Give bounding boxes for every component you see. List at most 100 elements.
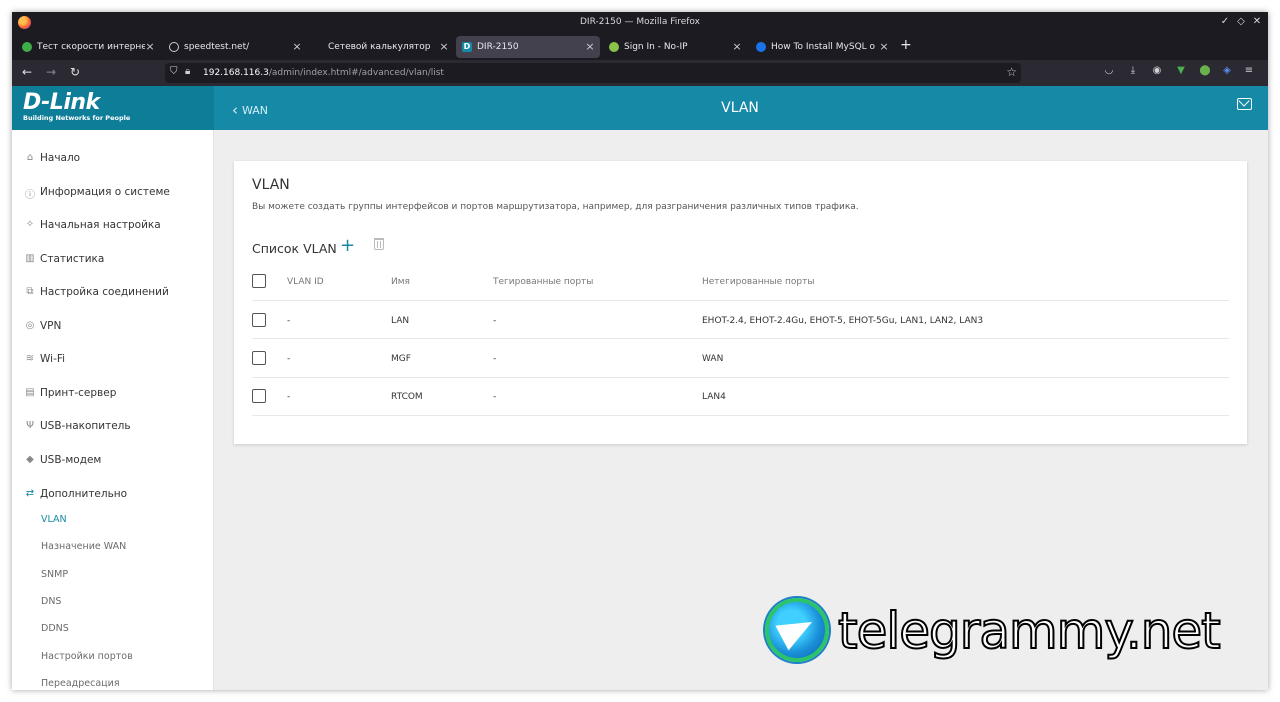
card-title: VLAN [252,177,290,193]
url-text[interactable]: 192.168.116.3/admin/index.html#/advanced… [203,68,444,78]
extension-icon[interactable]: ◉ [1150,65,1164,76]
navigation-bar: ← → ↻ ⛉ 🔒︎ 192.168.116.3/admin/index.htm… [12,60,1268,86]
menu-label: Настройка соединений [40,286,169,298]
menu-label: Статистика [40,253,105,265]
tab-no-ip[interactable]: Sign In - No-IP × [603,36,747,58]
close-tab-icon[interactable]: × [584,40,596,53]
menu-label: VPN [40,320,62,332]
tab-network-calculator[interactable]: Сетевой калькулятор × [310,36,454,58]
tab-label: DIR-2150 [477,42,519,52]
card-description: Вы можете создать группы интерфейсов и п… [252,202,859,212]
shield-icon[interactable]: ⛉ [170,66,178,77]
table-cell-vlan-id: - [287,354,291,364]
close-tab-icon[interactable]: × [144,40,156,53]
vlan-list-title: Список VLAN [252,241,337,256]
table-cell-untagged: WAN [702,354,724,364]
mail-icon[interactable] [1237,98,1252,110]
wizard-icon: ✧ [25,219,35,230]
sidebar: ⌂ Начало ⓘ Информация о системе ✧ Начальная… [12,130,214,690]
url-bar[interactable]: ⛉ 🔒︎ 192.168.116.3/admin/index.html#/adv… [165,63,1021,83]
header-title: VLAN [721,100,759,116]
forward-arrow-icon[interactable]: → [44,65,58,79]
bookmark-star-icon[interactable]: ☆ [1006,65,1017,79]
speedtest-icon [169,42,179,52]
menu-label: USB-модем [40,454,102,466]
browser-window: DIR-2150 — Mozilla Firefox ✓ ◇ ✕ Тест ск… [12,12,1268,690]
submenu-item-forwarding[interactable]: Переадресация [41,678,120,689]
menu-label: USB-накопитель [40,420,131,432]
tab-label: speedtest.net/ [184,42,250,52]
row-divider [252,338,1229,339]
ublock-icon[interactable]: ◈ [1220,65,1234,76]
statistics-icon: ▥ [25,253,35,264]
maximize-button[interactable]: ◇ [1234,16,1248,27]
close-window-button[interactable]: ✕ [1250,16,1264,27]
submenu-item-wan-assignment[interactable]: Назначение WAN [41,541,126,552]
info-icon: ⓘ [25,190,35,201]
minimize-button[interactable]: ✓ [1218,16,1232,27]
menu-label: Начальная настройка [40,219,161,231]
close-tab-icon[interactable]: × [438,40,450,53]
delete-vlan-icon[interactable] [374,238,384,250]
tab-mysql[interactable]: How To Install MySQL on U × [750,36,894,58]
row-divider [252,377,1229,378]
row-checkbox[interactable] [252,313,266,327]
tab-dir-2150[interactable]: D DIR-2150 × [456,36,600,58]
table-cell-untagged: EHOT-2.4, EHOT-2.4Gu, EHOT-5, EHOT-5Gu, … [702,316,984,326]
close-tab-icon[interactable]: × [878,40,890,53]
home-icon: ⌂ [26,152,34,163]
tab-speed-test[interactable]: Тест скорости интернета × [16,36,160,58]
row-divider [252,415,1229,416]
noip-icon [609,42,619,52]
row-divider [252,300,1229,301]
row-checkbox[interactable] [252,351,266,365]
tab-label: How To Install MySQL on U [771,42,875,52]
menu-label: Информация о системе [40,186,170,198]
table-cell-vlan-id: - [287,392,291,402]
router-header: D-Link Building Networks for People ‹ WAN… [12,86,1268,130]
menu-label: Начало [40,152,81,164]
router-page: D-Link Building Networks for People ‹ WAN… [12,86,1268,690]
pocket-icon[interactable]: ◡ [1102,65,1116,76]
table-cell-name[interactable]: LAN [391,316,409,326]
speed-icon [22,42,32,52]
menu-label: Wi-Fi [40,353,66,365]
download-icon[interactable]: ⤓ [1126,65,1140,76]
modem-icon: ◆ [26,454,34,465]
menu-icon[interactable]: ≡ [1242,65,1256,76]
back-arrow-icon[interactable]: ← [20,65,34,79]
submenu-item-port-settings[interactable]: Настройки портов [41,651,133,662]
vlan-card: VLAN Вы можете создать группы интерфейсо… [234,161,1247,444]
submenu-item-vlan[interactable]: VLAN [41,514,67,525]
table-cell-name[interactable]: MGF [391,354,411,364]
android-icon[interactable]: ⬤ [1198,65,1212,76]
row-checkbox[interactable] [252,389,266,403]
printer-icon: ▤ [25,387,35,398]
close-tab-icon[interactable]: × [291,40,303,53]
adblock-icon[interactable]: ▼ [1174,65,1188,76]
submenu-item-snmp[interactable]: SNMP [41,569,68,580]
vpn-icon: ◎ [25,320,35,331]
watermark-text: telegrammy.net [837,601,1222,661]
tab-label: Сетевой калькулятор [328,42,431,52]
close-tab-icon[interactable]: × [731,40,743,53]
column-header-name[interactable]: Имя [391,277,410,287]
usb-icon: Ψ [26,420,34,431]
submenu-item-dns[interactable]: DNS [41,596,61,607]
select-all-checkbox[interactable] [252,274,266,288]
tab-speedtest-net[interactable]: speedtest.net/ × [163,36,307,58]
add-vlan-icon[interactable]: + [340,235,355,256]
window-title: DIR-2150 — Mozilla Firefox [579,17,700,27]
new-tab-button[interactable]: + [900,37,912,53]
table-cell-name[interactable]: RTCOM [391,392,423,402]
column-header-untagged-ports[interactable]: Нетегированные порты [702,277,814,287]
column-header-tagged-ports[interactable]: Тегированные порты [493,277,593,287]
tab-label: Sign In - No-IP [624,42,688,52]
submenu-item-ddns[interactable]: DDNS [41,623,69,634]
tab-bar: Тест скорости интернета × speedtest.net/… [12,34,1268,60]
table-cell-untagged: LAN4 [702,392,726,402]
column-header-vlan-id[interactable]: VLAN ID [287,277,324,287]
lock-icon[interactable]: 🔒︎ [185,66,190,77]
reload-icon[interactable]: ↻ [68,65,82,79]
table-cell-tagged: - [493,354,497,364]
